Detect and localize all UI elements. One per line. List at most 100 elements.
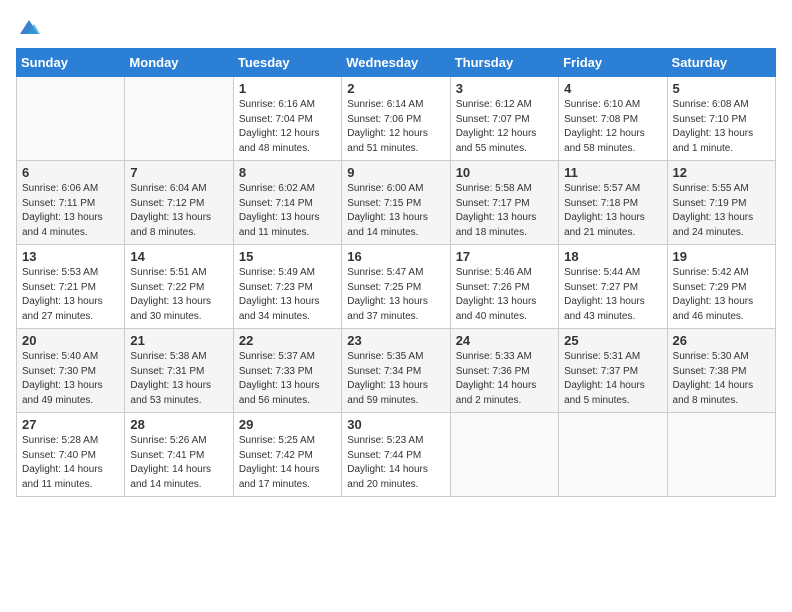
day-info: Sunrise: 5:51 AM Sunset: 7:22 PM Dayligh… — [130, 266, 227, 324]
day-number: 13 — [22, 249, 119, 264]
day-number: 20 — [22, 333, 119, 348]
calendar-cell: 26Sunrise: 5:30 AM Sunset: 7:38 PM Dayli… — [667, 329, 775, 413]
logo-icon — [18, 16, 40, 38]
day-number: 2 — [347, 81, 444, 96]
day-info: Sunrise: 5:23 AM Sunset: 7:44 PM Dayligh… — [347, 434, 444, 492]
day-number: 27 — [22, 417, 119, 432]
calendar-cell: 24 Sunrise: 5:33 AM Sunset: 7:36 PM Dayli… — [450, 329, 558, 413]
day-info: Sunrise: 5:47 AM Sunset: 7:25 PM Dayligh… — [347, 266, 444, 324]
day-info: Sunrise: 5:31 AM Sunset: 7:37 PM Dayligh… — [564, 350, 661, 408]
calendar-cell: 9 Sunrise: 6:00 AM Sunset: 7:15 PM Daylig… — [342, 161, 450, 245]
day-info: Sunrise: 6:04 AM Sunset: 7:12 PM Dayligh… — [130, 182, 227, 240]
calendar-cell: 23 Sunrise: 5:35 AM Sunset: 7:34 PM Dayli… — [342, 329, 450, 413]
day-number: 24 — [456, 333, 553, 348]
calendar-cell: 7 Sunrise: 6:04 AM Sunset: 7:12 PM Daylig… — [125, 161, 233, 245]
day-number: 7 — [130, 165, 227, 180]
day-info: Sunrise: 5:38 AM Sunset: 7:31 PM Dayligh… — [130, 350, 227, 408]
calendar-cell — [17, 77, 125, 161]
day-header-saturday: Saturday — [667, 49, 775, 77]
day-number: 6 — [22, 165, 119, 180]
day-number: 30 — [347, 417, 444, 432]
calendar-cell: 11 Sunrise: 5:57 AM Sunset: 7:18 PM Dayli… — [559, 161, 667, 245]
calendar-cell: 15 Sunrise: 5:49 AM Sunset: 7:23 PM Dayli… — [233, 245, 341, 329]
day-number: 26 — [673, 333, 770, 348]
day-info: Sunrise: 6:14 AM Sunset: 7:06 PM Dayligh… — [347, 98, 444, 156]
day-header-tuesday: Tuesday — [233, 49, 341, 77]
day-number: 8 — [239, 165, 336, 180]
day-info: Sunrise: 5:37 AM Sunset: 7:33 PM Dayligh… — [239, 350, 336, 408]
day-info: Sunrise: 5:58 AM Sunset: 7:17 PM Dayligh… — [456, 182, 553, 240]
calendar-cell: 20 Sunrise: 5:40 AM Sunset: 7:30 PM Dayli… — [17, 329, 125, 413]
day-info: Sunrise: 6:16 AM Sunset: 7:04 PM Dayligh… — [239, 98, 336, 156]
day-number: 29 — [239, 417, 336, 432]
day-info: Sunrise: 5:44 AM Sunset: 7:27 PM Dayligh… — [564, 266, 661, 324]
day-info: Sunrise: 5:40 AM Sunset: 7:30 PM Dayligh… — [22, 350, 119, 408]
header — [16, 16, 776, 38]
day-number: 25 — [564, 333, 661, 348]
calendar-cell — [559, 413, 667, 497]
day-number: 17 — [456, 249, 553, 264]
calendar-cell: 3 Sunrise: 6:12 AM Sunset: 7:07 PM Daylig… — [450, 77, 558, 161]
day-info: Sunrise: 6:10 AM Sunset: 7:08 PM Dayligh… — [564, 98, 661, 156]
day-number: 3 — [456, 81, 553, 96]
calendar-cell: 12 Sunrise: 5:55 AM Sunset: 7:19 PM Dayli… — [667, 161, 775, 245]
calendar-table: SundayMondayTuesdayWednesdayThursdayFrid… — [16, 48, 776, 497]
day-header-wednesday: Wednesday — [342, 49, 450, 77]
calendar-cell: 28 Sunrise: 5:26 AM Sunset: 7:41 PM Dayli… — [125, 413, 233, 497]
day-number: 22 — [239, 333, 336, 348]
calendar-cell: 2 Sunrise: 6:14 AM Sunset: 7:06 PM Daylig… — [342, 77, 450, 161]
calendar-cell: 16 Sunrise: 5:47 AM Sunset: 7:25 PM Dayli… — [342, 245, 450, 329]
day-header-monday: Monday — [125, 49, 233, 77]
day-header-sunday: Sunday — [17, 49, 125, 77]
day-info: Sunrise: 5:33 AM Sunset: 7:36 PM Dayligh… — [456, 350, 553, 408]
day-info: Sunrise: 5:57 AM Sunset: 7:18 PM Dayligh… — [564, 182, 661, 240]
day-info: Sunrise: 5:26 AM Sunset: 7:41 PM Dayligh… — [130, 434, 227, 492]
calendar-cell: 14 Sunrise: 5:51 AM Sunset: 7:22 PM Dayli… — [125, 245, 233, 329]
day-info: Sunrise: 6:08 AM Sunset: 7:10 PM Dayligh… — [673, 98, 770, 156]
calendar-cell — [125, 77, 233, 161]
day-info: Sunrise: 5:53 AM Sunset: 7:21 PM Dayligh… — [22, 266, 119, 324]
day-number: 21 — [130, 333, 227, 348]
day-info: Sunrise: 5:55 AM Sunset: 7:19 PM Dayligh… — [673, 182, 770, 240]
calendar-cell: 13 Sunrise: 5:53 AM Sunset: 7:21 PM Dayli… — [17, 245, 125, 329]
day-info: Sunrise: 5:35 AM Sunset: 7:34 PM Dayligh… — [347, 350, 444, 408]
calendar-cell: 6 Sunrise: 6:06 AM Sunset: 7:11 PM Daylig… — [17, 161, 125, 245]
day-header-thursday: Thursday — [450, 49, 558, 77]
day-number: 14 — [130, 249, 227, 264]
day-info: Sunrise: 5:42 AM Sunset: 7:29 PM Dayligh… — [673, 266, 770, 324]
calendar-cell: 17 Sunrise: 5:46 AM Sunset: 7:26 PM Dayli… — [450, 245, 558, 329]
day-number: 15 — [239, 249, 336, 264]
day-number: 9 — [347, 165, 444, 180]
day-info: Sunrise: 6:00 AM Sunset: 7:15 PM Dayligh… — [347, 182, 444, 240]
day-info: Sunrise: 5:49 AM Sunset: 7:23 PM Dayligh… — [239, 266, 336, 324]
calendar-cell — [450, 413, 558, 497]
day-number: 4 — [564, 81, 661, 96]
day-number: 16 — [347, 249, 444, 264]
logo — [16, 16, 40, 38]
day-number: 23 — [347, 333, 444, 348]
calendar-cell: 30 Sunrise: 5:23 AM Sunset: 7:44 PM Dayli… — [342, 413, 450, 497]
day-info: Sunrise: 6:12 AM Sunset: 7:07 PM Dayligh… — [456, 98, 553, 156]
day-number: 19 — [673, 249, 770, 264]
day-number: 1 — [239, 81, 336, 96]
day-info: Sunrise: 5:25 AM Sunset: 7:42 PM Dayligh… — [239, 434, 336, 492]
day-info: Sunrise: 5:46 AM Sunset: 7:26 PM Dayligh… — [456, 266, 553, 324]
day-info: Sunrise: 6:06 AM Sunset: 7:11 PM Dayligh… — [22, 182, 119, 240]
calendar-cell: 29 Sunrise: 5:25 AM Sunset: 7:42 PM Dayli… — [233, 413, 341, 497]
calendar-cell: 1 Sunrise: 6:16 AM Sunset: 7:04 PM Daylig… — [233, 77, 341, 161]
day-number: 5 — [673, 81, 770, 96]
day-number: 18 — [564, 249, 661, 264]
day-info: Sunrise: 6:02 AM Sunset: 7:14 PM Dayligh… — [239, 182, 336, 240]
day-number: 28 — [130, 417, 227, 432]
calendar-cell: 22 Sunrise: 5:37 AM Sunset: 7:33 PM Dayli… — [233, 329, 341, 413]
calendar-cell: 10 Sunrise: 5:58 AM Sunset: 7:17 PM Dayli… — [450, 161, 558, 245]
calendar-cell: 25 Sunrise: 5:31 AM Sunset: 7:37 PM Dayli… — [559, 329, 667, 413]
day-number: 12 — [673, 165, 770, 180]
day-number: 11 — [564, 165, 661, 180]
calendar-cell — [667, 413, 775, 497]
day-header-friday: Friday — [559, 49, 667, 77]
day-number: 10 — [456, 165, 553, 180]
calendar-cell: 4 Sunrise: 6:10 AM Sunset: 7:08 PM Daylig… — [559, 77, 667, 161]
calendar-cell: 8 Sunrise: 6:02 AM Sunset: 7:14 PM Daylig… — [233, 161, 341, 245]
day-info: Sunrise: 5:28 AM Sunset: 7:40 PM Dayligh… — [22, 434, 119, 492]
